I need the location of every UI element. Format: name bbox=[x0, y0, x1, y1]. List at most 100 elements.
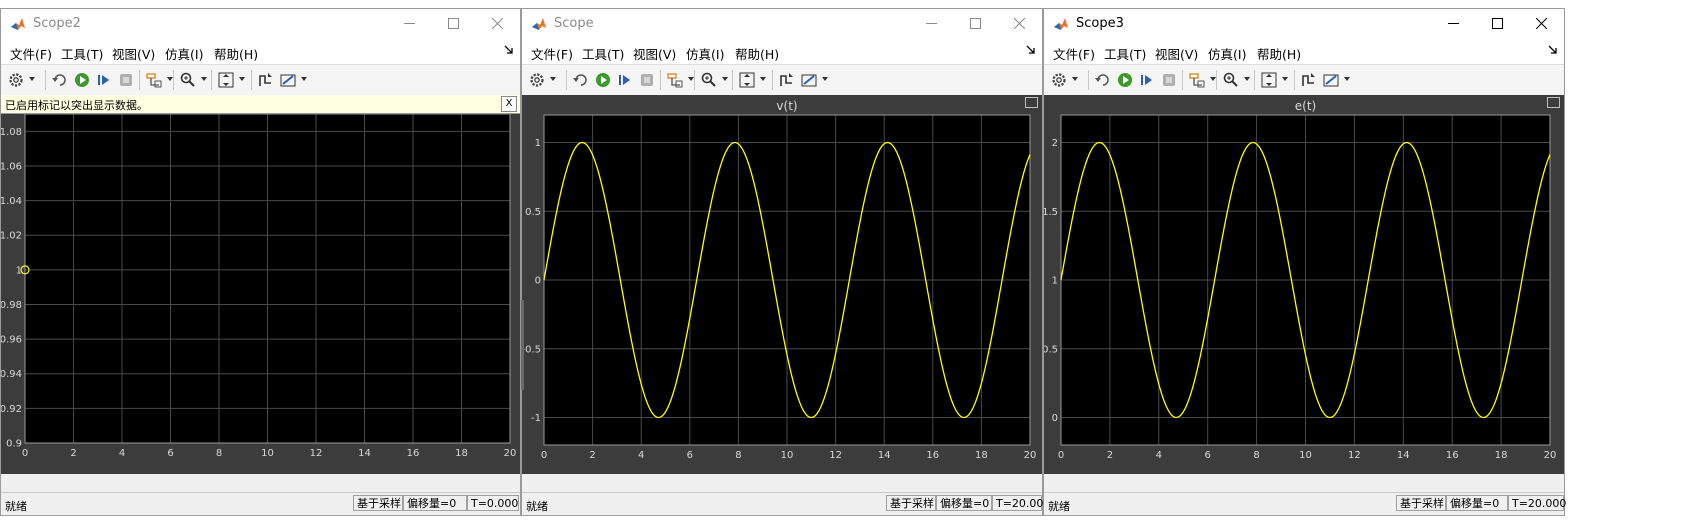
dock-arrow-icon[interactable] bbox=[504, 45, 514, 55]
cursor-measure-icon[interactable] bbox=[279, 71, 297, 89]
step-forward-icon[interactable] bbox=[1138, 71, 1156, 89]
menu-tools[interactable]: 工具(T) bbox=[1104, 44, 1146, 63]
triggers-icon[interactable] bbox=[257, 71, 275, 89]
expand-legend-button[interactable] bbox=[1547, 97, 1560, 108]
dropdown-arrow-icon[interactable] bbox=[722, 77, 728, 81]
dropdown-arrow-icon[interactable] bbox=[1244, 77, 1250, 81]
plot-area[interactable]: v(t) 0 2 4 6 8 10 12 14 16 18 20 -1 -0.5 0 0.5 1 bbox=[522, 95, 1042, 474]
scope-plot[interactable]: v(t) 0 2 4 6 8 10 12 14 16 18 20 -1 -0.5 0 0.5 1 bbox=[522, 95, 1042, 474]
maximize-button[interactable] bbox=[954, 9, 998, 39]
menu-help[interactable]: 帮助(H) bbox=[1257, 44, 1301, 63]
plot-area[interactable]: e(t) 0 2 4 6 8 10 12 14 16 18 20 0 0.5 1 1.5 2 bbox=[1044, 95, 1564, 474]
title-bar[interactable]: Scope bbox=[522, 9, 1042, 39]
y-tick-label: 0.5 bbox=[525, 207, 541, 218]
expand-legend-button[interactable] bbox=[1025, 97, 1038, 108]
gear-icon[interactable] bbox=[1050, 71, 1068, 89]
menu-file[interactable]: 文件(F) bbox=[10, 44, 52, 63]
minimize-button[interactable] bbox=[910, 9, 954, 39]
zoom-icon[interactable] bbox=[1222, 71, 1240, 89]
close-button[interactable] bbox=[998, 9, 1042, 39]
menu-file[interactable]: 文件(F) bbox=[531, 44, 573, 63]
dropdown-arrow-icon[interactable] bbox=[550, 77, 556, 81]
highlight-signal-icon[interactable] bbox=[1188, 71, 1206, 89]
menu-view[interactable]: 视图(V) bbox=[1155, 44, 1198, 63]
menu-help[interactable]: 帮助(H) bbox=[214, 44, 258, 63]
x-tick-label: 6 bbox=[167, 448, 173, 459]
info-close-button[interactable]: X bbox=[501, 96, 517, 112]
title-bar[interactable]: Scope3 bbox=[1044, 9, 1564, 39]
x-tick-label: 12 bbox=[310, 448, 323, 459]
plot-area[interactable]: 0 2 4 6 8 10 12 14 16 18 20 0.9 0.92 0.94 0.96 0.98 1 1.0… bbox=[1, 114, 520, 474]
menu-tools[interactable]: 工具(T) bbox=[582, 44, 624, 63]
close-button[interactable] bbox=[1520, 9, 1564, 39]
dropdown-arrow-icon[interactable] bbox=[239, 77, 245, 81]
dropdown-arrow-icon[interactable] bbox=[1344, 77, 1350, 81]
dropdown-arrow-icon[interactable] bbox=[1072, 77, 1078, 81]
x-tick-label: 12 bbox=[1348, 450, 1361, 461]
x-tick-label: 0 bbox=[541, 450, 547, 461]
zoom-icon[interactable] bbox=[700, 71, 718, 89]
menu-help[interactable]: 帮助(H) bbox=[735, 44, 779, 63]
menu-file[interactable]: 文件(F) bbox=[1053, 44, 1095, 63]
toolbar-separator bbox=[211, 70, 212, 90]
triggers-icon[interactable] bbox=[1300, 71, 1318, 89]
gear-icon[interactable] bbox=[528, 71, 546, 89]
maximize-button[interactable] bbox=[432, 9, 476, 39]
toolbar-separator bbox=[1216, 70, 1217, 90]
dropdown-arrow-icon[interactable] bbox=[201, 77, 207, 81]
run-icon[interactable] bbox=[1116, 71, 1134, 89]
step-forward-icon[interactable] bbox=[616, 71, 634, 89]
scale-axes-icon[interactable] bbox=[738, 71, 756, 89]
scale-axes-icon[interactable] bbox=[217, 71, 235, 89]
window-title: Scope2 bbox=[33, 16, 81, 31]
menu-simulation[interactable]: 仿真(I) bbox=[1208, 44, 1246, 63]
toolbar-separator bbox=[173, 70, 174, 90]
dropdown-arrow-icon[interactable] bbox=[301, 77, 307, 81]
gear-icon[interactable] bbox=[7, 71, 25, 89]
dock-arrow-icon[interactable] bbox=[1026, 45, 1036, 55]
highlight-signal-icon[interactable] bbox=[666, 71, 684, 89]
step-forward-icon[interactable] bbox=[95, 71, 113, 89]
menu-simulation[interactable]: 仿真(I) bbox=[686, 44, 724, 63]
menu-tools[interactable]: 工具(T) bbox=[61, 44, 103, 63]
menu-bar: 文件(F) 工具(T) 视图(V) 仿真(I) 帮助(H) bbox=[522, 39, 1042, 64]
menu-simulation[interactable]: 仿真(I) bbox=[165, 44, 203, 63]
minimize-button[interactable] bbox=[388, 9, 432, 39]
highlight-signal-icon[interactable] bbox=[145, 71, 163, 89]
title-bar[interactable]: Scope2 bbox=[1, 9, 520, 39]
maximize-button[interactable] bbox=[1476, 9, 1520, 39]
dropdown-arrow-icon[interactable] bbox=[760, 77, 766, 81]
step-back-icon[interactable] bbox=[572, 71, 590, 89]
dropdown-arrow-icon[interactable] bbox=[822, 77, 828, 81]
run-icon[interactable] bbox=[594, 71, 612, 89]
close-icon bbox=[1536, 18, 1547, 29]
run-icon[interactable] bbox=[73, 71, 91, 89]
scope2-plot[interactable]: 0 2 4 6 8 10 12 14 16 18 200.90.920.940.960.9811.0… bbox=[1, 114, 520, 474]
dropdown-arrow-icon[interactable] bbox=[29, 77, 35, 81]
dock-arrow-icon[interactable] bbox=[1548, 45, 1558, 55]
close-button[interactable] bbox=[476, 9, 520, 39]
triggers-icon[interactable] bbox=[778, 71, 796, 89]
x-tick-label: 10 bbox=[1299, 450, 1312, 461]
stop-icon[interactable] bbox=[1160, 71, 1178, 89]
menu-bar: 文件(F) 工具(T) 视图(V) 仿真(I) 帮助(H) bbox=[1044, 39, 1564, 64]
cursor-measure-icon[interactable] bbox=[800, 71, 818, 89]
menu-view[interactable]: 视图(V) bbox=[633, 44, 676, 63]
stop-icon[interactable] bbox=[117, 71, 135, 89]
toolbar-separator bbox=[45, 70, 46, 90]
scope3-plot[interactable]: e(t) 0 2 4 6 8 10 12 14 16 18 20 0 0.5 1 1.5 2 bbox=[1044, 95, 1564, 474]
minimize-button[interactable] bbox=[1432, 9, 1476, 39]
cursor-measure-icon[interactable] bbox=[1322, 71, 1340, 89]
x-tick-label: 4 bbox=[638, 450, 644, 461]
window-title: Scope bbox=[554, 16, 594, 31]
window-resize-handle[interactable] bbox=[521, 300, 524, 390]
dropdown-arrow-icon[interactable] bbox=[1282, 77, 1288, 81]
menu-view[interactable]: 视图(V) bbox=[112, 44, 155, 63]
step-back-icon[interactable] bbox=[51, 71, 69, 89]
zoom-icon[interactable] bbox=[179, 71, 197, 89]
status-mode: 基于采样 bbox=[1396, 495, 1446, 511]
stop-icon[interactable] bbox=[638, 71, 656, 89]
scale-axes-icon[interactable] bbox=[1260, 71, 1278, 89]
step-back-icon[interactable] bbox=[1094, 71, 1112, 89]
scope-window: Scope 文件(F) 工具(T) 视图(V) 仿真(I) 帮助(H) v(t)… bbox=[521, 8, 1050, 516]
